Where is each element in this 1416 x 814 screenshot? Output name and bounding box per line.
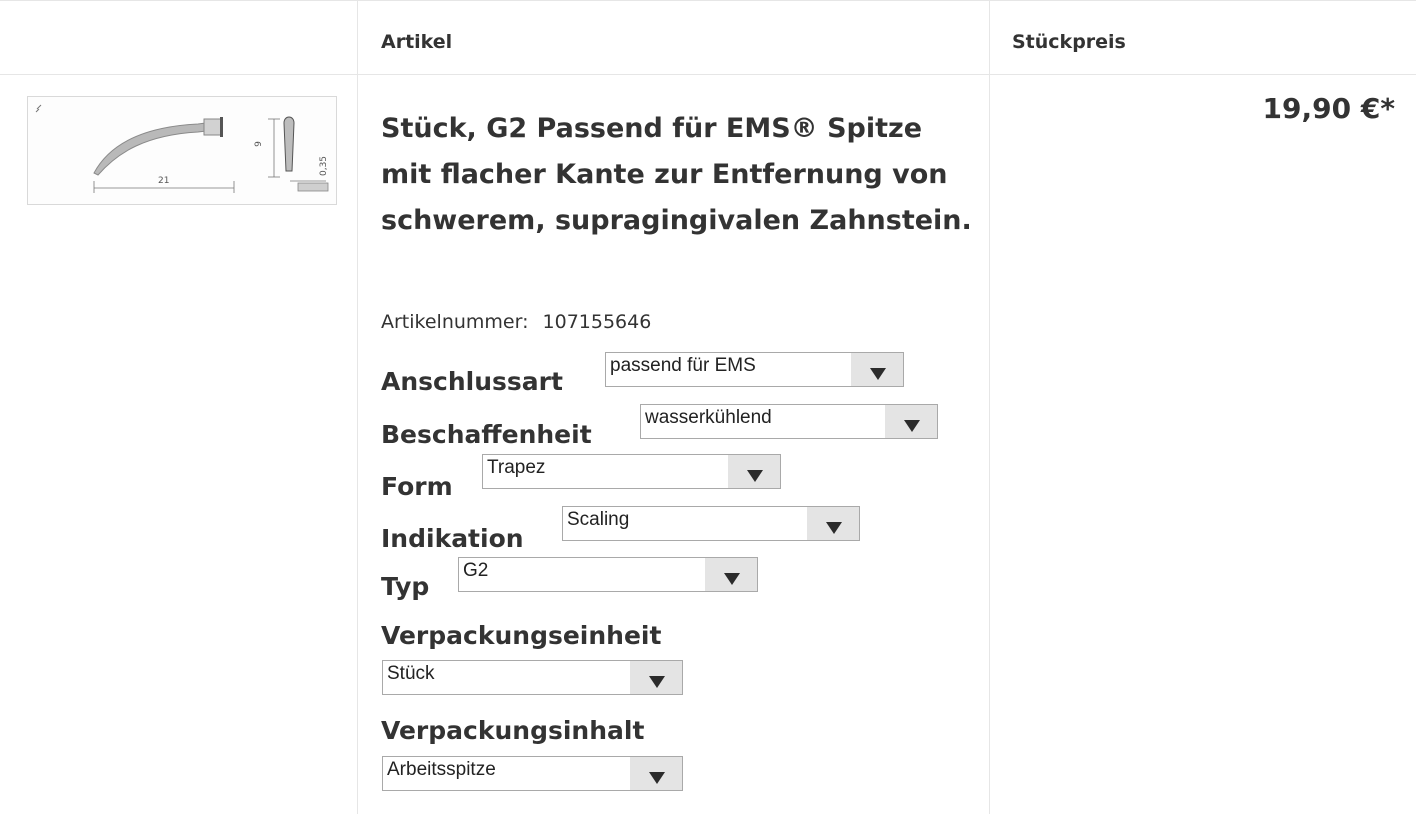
dropdown-button[interactable] <box>807 507 859 540</box>
select-value: Stück <box>387 663 435 684</box>
column-divider-1 <box>357 0 358 814</box>
article-number: Artikelnummer: 107155646 <box>381 311 651 333</box>
triangle-down-icon <box>747 470 763 482</box>
dropdown-button[interactable] <box>885 405 937 438</box>
dropdown-button[interactable] <box>728 455 780 488</box>
unit-price: 19,90 €* <box>1262 92 1395 125</box>
option-label-verpackungsinhalt: Verpackungsinhalt <box>381 716 645 745</box>
dropdown-button[interactable] <box>705 558 757 591</box>
select-value: Trapez <box>487 457 546 478</box>
column-divider-2 <box>989 0 990 814</box>
header-row-divider <box>0 74 1416 75</box>
triangle-down-icon <box>904 420 920 432</box>
option-label-beschaffenheit: Beschaffenheit <box>381 420 592 449</box>
triangle-down-icon <box>649 676 665 688</box>
option-label-form: Form <box>381 472 453 501</box>
select-value: Scaling <box>567 509 630 530</box>
option-label-anschlussart: Anschlussart <box>381 367 563 396</box>
dropdown-button[interactable] <box>630 661 682 694</box>
table-top-border <box>0 0 1416 1</box>
select-value: Arbeitsspitze <box>387 759 496 780</box>
select-verpackungsinhalt[interactable]: Arbeitsspitze <box>382 756 683 791</box>
select-typ[interactable]: G2 <box>458 557 758 592</box>
option-label-indikation: Indikation <box>381 524 524 553</box>
select-verpackungseinheit[interactable]: Stück <box>382 660 683 695</box>
select-indikation[interactable]: Scaling <box>562 506 860 541</box>
triangle-down-icon <box>826 522 842 534</box>
dropdown-button[interactable] <box>630 757 682 790</box>
cart-table: Artikel Stückpreis 21 9 0,35 Stück, G2 P… <box>0 0 1416 814</box>
product-title[interactable]: Stück, G2 Passend für EMS® Spitze mit fl… <box>381 106 981 244</box>
option-label-typ: Typ <box>381 572 430 601</box>
triangle-down-icon <box>870 368 886 380</box>
select-value: passend für EMS <box>610 355 756 376</box>
select-beschaffenheit[interactable]: wasserkühlend <box>640 404 938 439</box>
image-dimension-thickness: 0,35 <box>319 155 330 177</box>
article-number-value: 107155646 <box>542 311 652 333</box>
image-dimension-length: 21 <box>158 176 170 186</box>
select-value: wasserkühlend <box>645 407 772 428</box>
product-image[interactable]: 21 9 0,35 <box>27 96 337 205</box>
image-dimension-height: 9 <box>253 141 264 147</box>
select-value: G2 <box>463 560 489 581</box>
option-label-verpackungseinheit: Verpackungseinheit <box>381 621 662 650</box>
triangle-down-icon <box>649 772 665 784</box>
dropdown-button[interactable] <box>851 353 903 386</box>
select-anschlussart[interactable]: passend für EMS <box>605 352 904 387</box>
scaler-tip-drawing <box>35 104 329 193</box>
select-form[interactable]: Trapez <box>482 454 781 489</box>
triangle-down-icon <box>724 573 740 585</box>
column-header-unit-price: Stückpreis <box>1012 31 1126 53</box>
column-header-article: Artikel <box>381 31 453 53</box>
article-number-label: Artikelnummer: <box>381 311 529 333</box>
